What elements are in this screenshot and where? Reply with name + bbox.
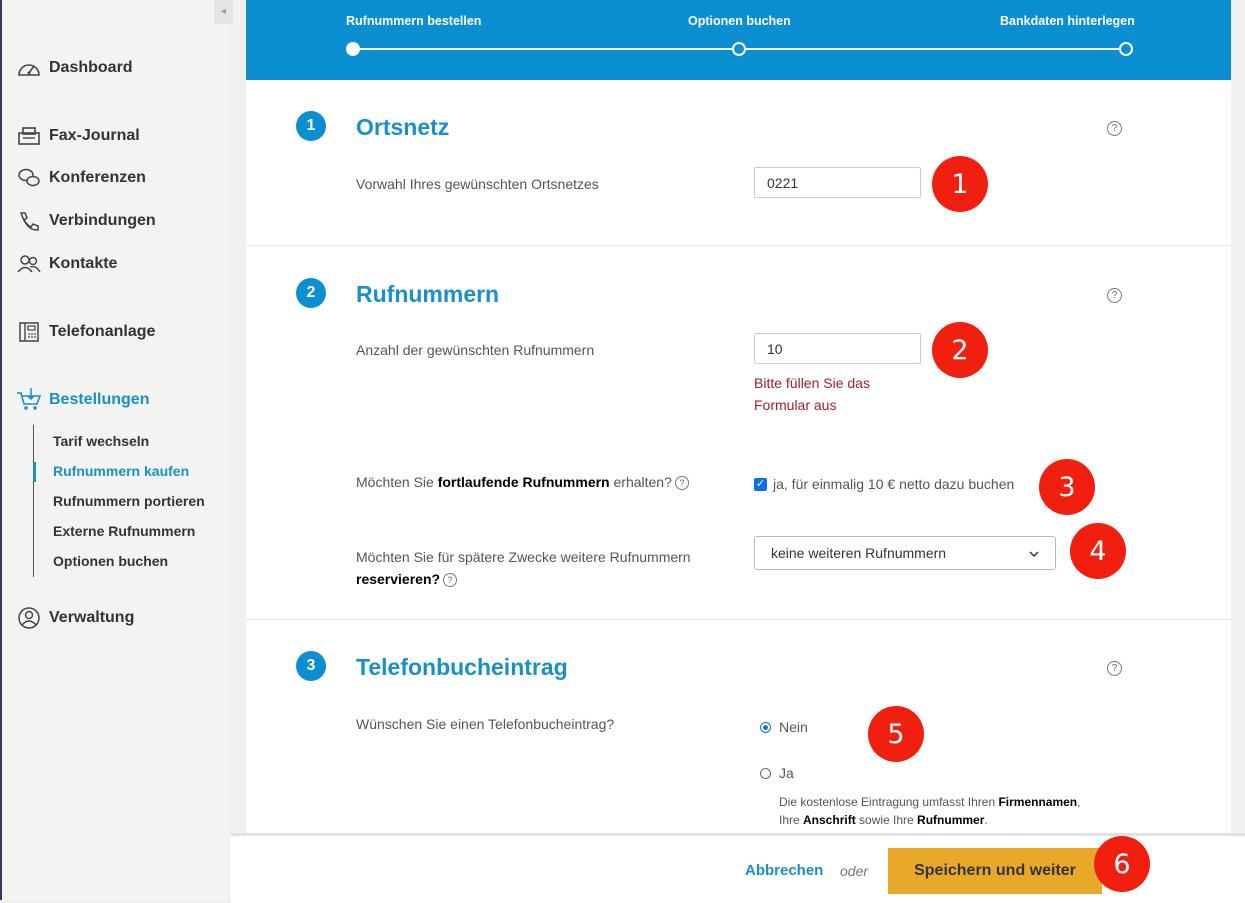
label-part: erhalten? [609,474,672,490]
help-icon[interactable]: ? [1107,121,1122,136]
sidebar-item-verwaltung[interactable]: Verwaltung [16,604,134,632]
section-title-rufnummern: Rufnummern [356,281,500,307]
fortlaufend-checkbox-row[interactable]: ✓ ja, für einmalig 10 € netto dazu buche… [754,476,1014,492]
annotation-badge-4: 4 [1070,523,1126,579]
sidebar-item-verbindungen[interactable]: Verbindungen [16,207,156,235]
pbx-icon [16,321,42,343]
cart-icon [16,388,42,411]
radio-nein-row[interactable]: Nein [760,719,808,735]
note-text: . [984,813,988,827]
telefonbuch-note: Die kostenlose Eintragung umfasst Ihren … [779,793,1109,829]
phone-icon [16,210,42,232]
chat-icon [16,167,42,189]
reservieren-select[interactable]: keine weiteren Rufnummern [754,536,1056,570]
sidebar-item-label: Fax-Journal [49,127,140,144]
help-icon[interactable]: ? [443,573,458,588]
annotation-badge-1: 1 [932,156,988,212]
label-part: Möchten Sie für spätere Zwecke weitere R… [356,549,691,565]
step-label-optionen-buchen: Optionen buchen [688,14,791,28]
checkbox-label: ja, für einmalig 10 € netto dazu buchen [773,476,1015,492]
chevron-left-icon: ◂ [220,6,227,17]
section-number-1: 1 [296,111,326,141]
sidebar: ◂ Dashboard Fax-Journal Konferenzen Verb… [2,0,233,900]
fax-icon [16,125,42,147]
step-label-bankdaten-hinterlegen: Bankdaten hinterlegen [1000,14,1135,28]
radio-label: Nein [779,719,808,735]
sidebar-item-telefonanlage[interactable]: Telefonanlage [16,318,155,346]
form-footer: Abbrechen oder Speichern und weiter 6 [231,833,1245,903]
radio-ja-row[interactable]: Ja [760,765,794,781]
sidebar-item-label: Verwaltung [49,609,135,626]
step-dot-1 [346,42,360,56]
subnav-item-tarif-wechseln[interactable]: Tarif wechseln [53,433,149,449]
section-number-3: 3 [296,651,326,681]
or-text: oder [840,863,869,879]
sidebar-item-bestellungen[interactable]: Bestellungen [16,386,149,414]
label-bold-part: reservieren? [356,571,441,587]
sidebar-item-konferenzen[interactable]: Konferenzen [16,164,146,192]
help-icon[interactable]: ? [1107,661,1122,676]
active-subitem-marker [33,462,36,482]
note-text: Ihre [779,813,804,827]
sidebar-item-dashboard[interactable]: Dashboard [16,54,133,82]
annotation-badge-6: 6 [1094,836,1150,892]
step-dot-3 [1119,42,1133,56]
user-circle-icon [16,607,42,629]
annotation-badge-2: 2 [932,322,988,378]
step-dot-2 [732,42,746,56]
sidebar-item-fax-journal[interactable]: Fax-Journal [16,122,140,150]
sidebar-item-label: Konferenzen [49,169,146,186]
label-fortlaufende-rufnummern: Möchten Sie fortlaufende Rufnummern erha… [356,474,689,491]
note-text: Die kostenlose Eintragung umfasst Ihren [779,795,999,809]
sidebar-collapse-button[interactable]: ◂ [214,0,233,24]
label-bold-part: fortlaufende Rufnummern [437,474,610,490]
order-stepper: Rufnummern bestellen Optionen buchen Ban… [246,0,1231,80]
help-icon[interactable]: ? [1107,288,1122,303]
label-vorwahl: Vorwahl Ihres gewünschten Ortsnetzes [356,176,599,192]
note-bold: Rufnummer [917,813,985,827]
sidebar-item-label: Telefonanlage [49,323,156,340]
chevron-down-icon [1029,545,1039,561]
section-divider [246,245,1231,246]
help-icon[interactable]: ? [674,476,689,491]
sidebar-item-kontakte[interactable]: Kontakte [16,250,117,278]
label-anzahl-rufnummern: Anzahl der gewünschten Rufnummern [356,342,595,358]
annotation-badge-3: 3 [1039,459,1095,515]
vorwahl-input[interactable] [754,167,921,198]
sidebar-item-label: Dashboard [49,59,133,76]
select-value: keine weiteren Rufnummern [771,545,947,561]
subnav-item-rufnummern-portieren[interactable]: Rufnummern portieren [53,493,205,509]
radio-ja[interactable] [760,767,771,779]
cancel-button[interactable]: Abbrechen [745,862,823,879]
radio-nein[interactable] [760,721,771,733]
contacts-icon [16,253,42,275]
save-and-continue-button[interactable]: Speichern und weiter [888,848,1102,894]
note-text: , [1077,795,1081,809]
fortlaufend-checkbox[interactable]: ✓ [754,477,767,491]
section-number-2: 2 [296,278,326,308]
subnav-item-externe-rufnummern[interactable]: Externe Rufnummern [53,523,195,539]
sidebar-item-label: Bestellungen [49,391,150,408]
section-title-ortsnetz: Ortsnetz [356,114,450,140]
annotation-badge-5: 5 [868,706,924,762]
label-reservieren: Möchten Sie für spätere Zwecke weitere R… [356,546,736,590]
note-text: sowie Ihre [855,813,918,827]
label-telefonbucheintrag: Wünschen Sie einen Telefonbucheintrag? [356,716,615,732]
sidebar-item-label: Verbindungen [49,212,156,229]
section-title-telefonbucheintrag: Telefonbucheintrag [356,654,568,680]
speedometer-icon [16,57,42,79]
note-bold: Anschrift [803,813,856,827]
label-part: Möchten Sie [356,474,438,490]
note-bold: Firmennamen [998,795,1078,809]
subnav-item-optionen-buchen[interactable]: Optionen buchen [53,553,168,569]
section-divider [246,619,1231,620]
validation-error: Bitte füllen Sie das Formular aus [754,375,870,413]
radio-label: Ja [779,765,794,781]
sidebar-subnav: Tarif wechseln Rufnummern kaufen Rufnumm… [33,425,224,577]
sidebar-item-label: Kontakte [49,255,118,272]
step-label-rufnummern-bestellen: Rufnummern bestellen [346,14,482,28]
anzahl-rufnummern-input[interactable] [754,333,921,364]
main-content: Rufnummern bestellen Optionen buchen Ban… [246,0,1231,900]
subnav-item-rufnummern-kaufen[interactable]: Rufnummern kaufen [53,463,189,479]
